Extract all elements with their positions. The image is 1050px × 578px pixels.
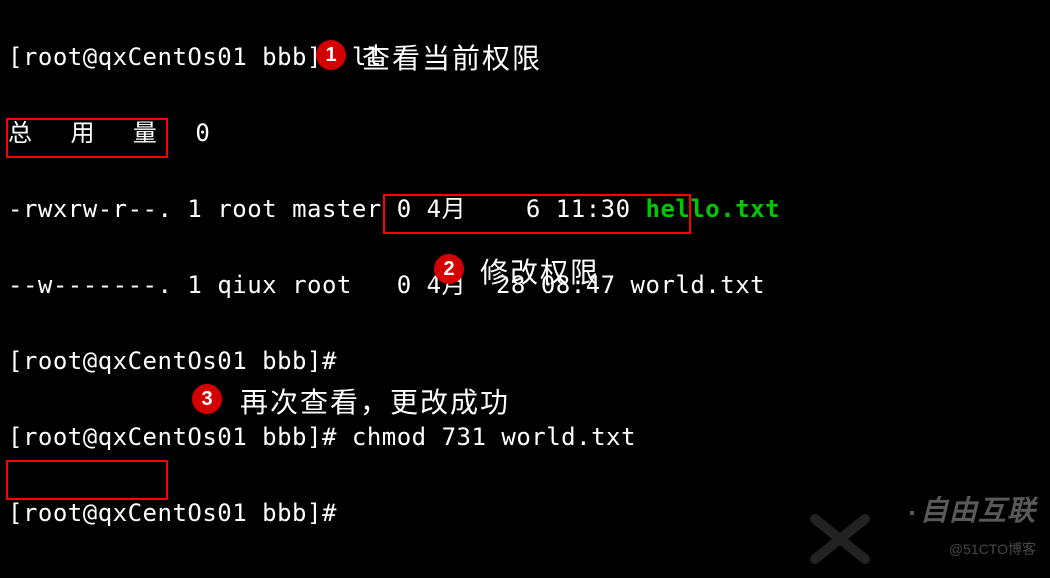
badge-2: 2 xyxy=(434,254,464,284)
cmd-chmod: chmod 731 world.txt xyxy=(352,423,636,451)
badge-3: 3 xyxy=(192,384,222,414)
watermark-x-icon xyxy=(810,514,870,564)
file-hello: hello.txt xyxy=(646,195,781,223)
ls-long-hello-1: -rwxrw-r--. 1 root master 0 4月 6 11:30 h… xyxy=(8,190,1042,228)
prompt-line-empty-2[interactable]: [root@qxCentOs01 bbb]# xyxy=(8,494,1042,532)
prompt-line-empty-1[interactable]: [root@qxCentOs01 bbb]# xyxy=(8,342,1042,380)
prompt-line-chmod[interactable]: [root@qxCentOs01 bbb]# chmod 731 world.t… xyxy=(8,418,1042,456)
file-world: world.txt xyxy=(631,271,766,299)
totals-line-1: 总 用 量 0 xyxy=(8,114,1042,152)
note-3: 再次查看，更改成功 xyxy=(240,384,510,422)
note-1: 查看当前权限 xyxy=(362,40,542,78)
note-2: 修改权限 xyxy=(480,254,600,292)
watermark: 自由互联 @51CTO博客 xyxy=(910,492,1036,568)
prompt-line-ls[interactable]: [root@qxCentOs01 bbb]# ls xyxy=(8,570,1042,578)
badge-1: 1 xyxy=(316,40,346,70)
